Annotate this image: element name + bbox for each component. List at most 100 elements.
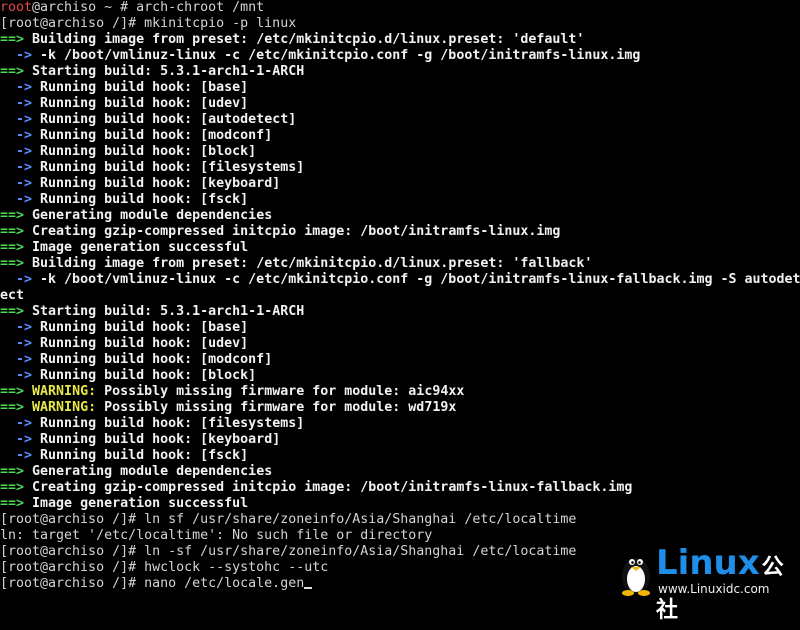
- terminal-text-segment: ->: [0, 320, 33, 335]
- terminal-line: -> Running build hook: [autodetect]: [0, 112, 800, 128]
- terminal-text-segment: ->: [0, 192, 33, 207]
- terminal-text-segment: -k /boot/vmlinuz-linux -c /etc/mkinitcpi…: [32, 48, 641, 63]
- terminal-line: -> Running build hook: [fsck]: [0, 192, 800, 208]
- terminal-text-segment: [root@archiso /]# mkinitcpio -p linux: [0, 16, 297, 31]
- terminal-text-segment: ==>: [0, 256, 25, 271]
- terminal-line: -> Running build hook: [block]: [0, 144, 800, 160]
- terminal-text-segment: ln: target '/etc/localtime': No such fil…: [0, 528, 433, 543]
- terminal-line: -> Running build hook: [modconf]: [0, 128, 800, 144]
- terminal-line: -> Running build hook: [base]: [0, 80, 800, 96]
- terminal-text-segment: Running build hook: [modconf]: [32, 128, 273, 143]
- terminal-text-segment: Building image from preset: /etc/mkinitc…: [24, 256, 593, 271]
- terminal-text-segment: Generating module dependencies: [24, 464, 273, 479]
- terminal-text-segment: -k /boot/vmlinuz-linux -c /etc/mkinitcpi…: [32, 272, 800, 287]
- terminal-text-segment: Image generation successful: [24, 240, 249, 255]
- terminal-text-segment: Running build hook: [modconf]: [32, 352, 273, 367]
- terminal-text-segment: Running build hook: [keyboard]: [32, 432, 281, 447]
- terminal-text-segment: ==>: [0, 480, 25, 495]
- terminal-line: ==> Building image from preset: /etc/mki…: [0, 256, 800, 272]
- terminal-line: ==> Creating gzip-compressed initcpio im…: [0, 480, 800, 496]
- terminal-text-segment: Possibly missing firmware for module: wd…: [96, 400, 457, 415]
- terminal-line: ==> Image generation successful: [0, 496, 800, 512]
- terminal-window[interactable]: root@archiso ~ # arch-chroot /mnt [root@a…: [0, 0, 800, 600]
- tux-penguin-icon: [622, 558, 650, 596]
- terminal-text-segment: Starting build: 5.3.1-arch1-1-ARCH: [24, 304, 305, 319]
- terminal-line: ect: [0, 288, 800, 304]
- terminal-cursor: [304, 587, 313, 589]
- terminal-text-segment: ->: [0, 448, 33, 463]
- terminal-text-segment: Running build hook: [udev]: [32, 96, 249, 111]
- terminal-line: -> Running build hook: [filesystems]: [0, 416, 800, 432]
- terminal-line: ==> WARNING: Possibly missing firmware f…: [0, 400, 800, 416]
- terminal-text-segment: Running build hook: [base]: [32, 320, 249, 335]
- terminal-line: ==> Creating gzip-compressed initcpio im…: [0, 224, 800, 240]
- terminal-text-segment: ->: [0, 128, 33, 143]
- terminal-text-segment: ->: [0, 96, 33, 111]
- terminal-text-segment: ==>: [0, 32, 25, 47]
- terminal-text-segment: ->: [0, 416, 33, 431]
- terminal-text-segment: ->: [0, 112, 33, 127]
- terminal-line: [root@archiso /]# mkinitcpio -p linux: [0, 16, 800, 32]
- terminal-text-segment: Creating gzip-compressed initcpio image:…: [24, 480, 633, 495]
- terminal-text-segment: Image generation successful: [24, 496, 249, 511]
- terminal-text-segment: Running build hook: [base]: [32, 80, 249, 95]
- terminal-text-segment: ->: [0, 176, 33, 191]
- terminal-text-segment: Running build hook: [filesystems]: [32, 160, 305, 175]
- terminal-line: -> Running build hook: [udev]: [0, 336, 800, 352]
- terminal-text-segment: @archiso ~ # arch-chroot /mnt: [32, 0, 265, 15]
- terminal-text-segment: ==>: [0, 64, 25, 79]
- terminal-text-segment: Starting build: 5.3.1-arch1-1-ARCH: [24, 64, 305, 79]
- watermark-title-en: Linux: [656, 543, 760, 583]
- terminal-line: ==> Generating module dependencies: [0, 208, 800, 224]
- terminal-text-segment: root: [0, 0, 33, 15]
- terminal-line: [root@archiso /]# ln sf /usr/share/zonei…: [0, 512, 800, 528]
- terminal-line: ==> Starting build: 5.3.1-arch1-1-ARCH: [0, 64, 800, 80]
- terminal-text-segment: ->: [0, 432, 33, 447]
- terminal-text-segment: Building image from preset: /etc/mkinitc…: [24, 32, 585, 47]
- terminal-line: root@archiso ~ # arch-chroot /mnt: [0, 0, 800, 16]
- terminal-text-segment: [root@archiso /]# nano /etc/locale.gen: [0, 576, 305, 591]
- terminal-text-segment: ->: [0, 160, 33, 175]
- terminal-line: -> Running build hook: [filesystems]: [0, 160, 800, 176]
- terminal-text-segment: [root@archiso /]# ln sf /usr/share/zonei…: [0, 512, 577, 527]
- terminal-text-segment: ->: [0, 80, 33, 95]
- terminal-line: -> Running build hook: [fsck]: [0, 448, 800, 464]
- terminal-text-segment: Running build hook: [filesystems]: [32, 416, 305, 431]
- terminal-text-segment: Running build hook: [fsck]: [32, 448, 249, 463]
- terminal-text-segment: ->: [0, 352, 33, 367]
- terminal-text-segment: Possibly missing firmware for module: ai…: [96, 384, 465, 399]
- terminal-text-segment: Running build hook: [fsck]: [32, 192, 249, 207]
- terminal-line: -> Running build hook: [udev]: [0, 96, 800, 112]
- terminal-line: -> -k /boot/vmlinuz-linux -c /etc/mkinit…: [0, 48, 800, 64]
- terminal-line: -> -k /boot/vmlinuz-linux -c /etc/mkinit…: [0, 272, 800, 288]
- terminal-text-segment: Running build hook: [block]: [32, 368, 257, 383]
- terminal-line: ==> WARNING: Possibly missing firmware f…: [0, 384, 800, 400]
- terminal-line: ==> Starting build: 5.3.1-arch1-1-ARCH: [0, 304, 800, 320]
- terminal-line: ==> Generating module dependencies: [0, 464, 800, 480]
- terminal-line: ln: target '/etc/localtime': No such fil…: [0, 528, 800, 544]
- terminal-text-segment: Running build hook: [autodetect]: [32, 112, 297, 127]
- terminal-line: ==> Image generation successful: [0, 240, 800, 256]
- terminal-text-segment: ==>: [0, 224, 25, 239]
- terminal-text-segment: Creating gzip-compressed initcpio image:…: [24, 224, 561, 239]
- terminal-text-segment: Running build hook: [udev]: [32, 336, 249, 351]
- terminal-line: -> Running build hook: [keyboard]: [0, 432, 800, 448]
- terminal-text-segment: ->: [0, 144, 33, 159]
- terminal-text-segment: Generating module dependencies: [24, 208, 273, 223]
- terminal-text-segment: WARNING:: [24, 400, 97, 415]
- terminal-text-segment: [root@archiso /]# hwclock --systohc --ut…: [0, 560, 329, 575]
- terminal-text-segment: ->: [0, 272, 33, 287]
- terminal-line: -> Running build hook: [block]: [0, 368, 800, 384]
- watermark-url: www.Linuxidc.com: [658, 582, 770, 596]
- terminal-line: ==> Building image from preset: /etc/mki…: [0, 32, 800, 48]
- terminal-text-segment: ->: [0, 336, 33, 351]
- terminal-text-segment: ==>: [0, 384, 25, 399]
- terminal-text-segment: ==>: [0, 496, 25, 511]
- terminal-text-segment: Running build hook: [keyboard]: [32, 176, 281, 191]
- terminal-text-segment: WARNING:: [24, 384, 97, 399]
- terminal-line: -> Running build hook: [modconf]: [0, 352, 800, 368]
- terminal-text-segment: [root@archiso /]# ln -sf /usr/share/zone…: [0, 544, 577, 559]
- terminal-text-segment: ==>: [0, 208, 25, 223]
- terminal-text-segment: ->: [0, 48, 33, 63]
- terminal-text-segment: ect: [0, 288, 25, 303]
